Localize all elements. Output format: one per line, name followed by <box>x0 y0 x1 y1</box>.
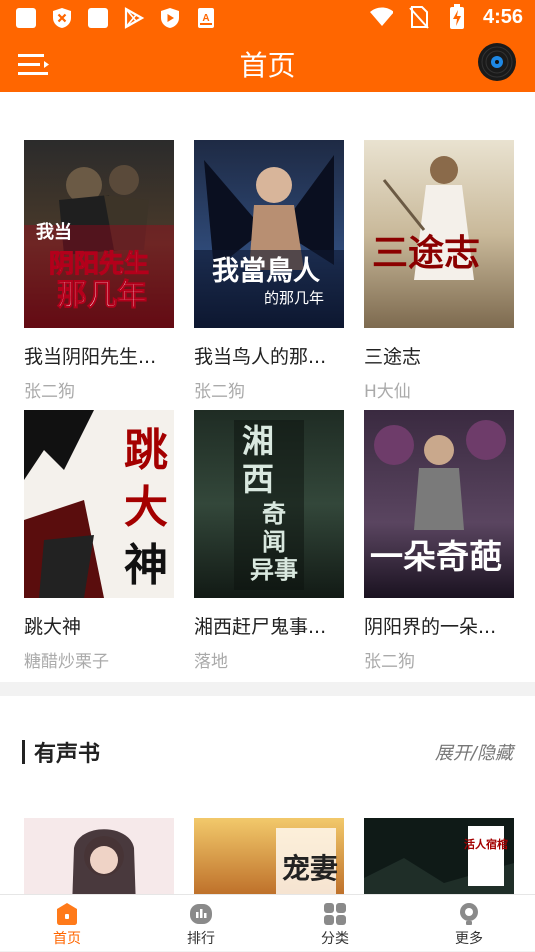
cover-title: 宠妻 <box>282 852 338 885</box>
book-item[interactable]: 我當鳥人 的那几年 我当鸟人的那... 张二狗 <box>194 140 344 402</box>
home-icon <box>55 902 79 926</box>
page-title: 首页 <box>239 49 296 82</box>
book-cover[interactable]: 一朵奇葩 <box>364 410 514 598</box>
book-cover[interactable]: 跳 大 神 <box>24 410 174 598</box>
tab-label: 排行 <box>187 931 215 947</box>
tab-home[interactable]: 首页 <box>0 895 134 952</box>
audiobook-cover[interactable] <box>24 818 174 896</box>
book-author: H大仙 <box>364 382 411 402</box>
notification-square-icon <box>14 6 38 30</box>
category-icon <box>323 902 347 926</box>
tab-more[interactable]: 更多 <box>402 895 535 952</box>
cover-title: 跳 <box>124 425 168 476</box>
cover-title: 西 <box>242 460 274 498</box>
cover-title: 异事 <box>250 555 298 584</box>
book-title: 跳大神 <box>24 616 82 638</box>
book-author: 张二狗 <box>364 652 415 672</box>
clock-time: 4:56 <box>482 5 523 28</box>
book-title: 我当鸟人的那... <box>194 346 327 368</box>
book-title: 三途志 <box>364 346 422 368</box>
cover-title: 奇 <box>262 499 286 528</box>
book-cover[interactable]: 我當鳥人 的那几年 <box>194 140 344 328</box>
section-marker <box>22 740 25 764</box>
book-title: 我当阴阳先生... <box>24 346 157 368</box>
bottom-tab-bar: 首页 排行 分类 更多 <box>0 894 535 951</box>
audiobook-panel: 有声书 展开/隐藏 宠妻 活人宿棺 <box>0 696 535 896</box>
book-author: 落地 <box>194 652 228 672</box>
play-store-icon <box>122 6 146 30</box>
cover-subtitle: 那几年 <box>57 278 147 313</box>
shield-play-icon <box>158 6 182 30</box>
book-author: 张二狗 <box>24 382 75 402</box>
tab-label: 更多 <box>455 931 483 947</box>
music-disc-icon[interactable] <box>477 42 517 82</box>
cover-title: 我當鳥人 <box>212 256 320 287</box>
book-cover[interactable]: 三途志 <box>364 140 514 328</box>
book-author: 张二狗 <box>194 382 245 402</box>
expand-collapse-toggle[interactable]: 展开/隐藏 <box>435 739 513 765</box>
book-author: 糖醋炒栗子 <box>24 652 109 672</box>
book-cover[interactable]: 湘 西 奇 闻 异事 <box>194 410 344 598</box>
status-bar: A 4:56 <box>0 0 535 36</box>
book-item[interactable]: 阴阳先生 那几年 我当 我当阴阳先生... 张二狗 <box>24 140 174 402</box>
no-sim-icon <box>407 5 431 29</box>
tab-label: 首页 <box>53 931 81 947</box>
cover-title: 一朵奇葩 <box>370 537 502 576</box>
app-bar: 首页 <box>0 36 535 92</box>
cover-prefix: 我当 <box>36 221 72 243</box>
audiobook-cover[interactable]: 活人宿棺 <box>364 818 514 896</box>
ranking-icon <box>189 902 213 926</box>
cover-title: 三途志 <box>372 232 480 274</box>
book-item[interactable]: 湘 西 奇 闻 异事 湘西赶尸鬼事... 落地 <box>194 410 344 672</box>
cover-title: 阴阳先生 <box>49 249 149 278</box>
battery-charging-icon <box>445 4 469 29</box>
section-title: 有声书 <box>34 742 101 767</box>
book-item[interactable]: 跳 大 神 跳大神 糖醋炒栗子 <box>24 410 174 672</box>
shield-x-icon <box>50 6 74 30</box>
book-title: 湘西赶尸鬼事... <box>194 616 327 638</box>
notification-square-icon <box>86 6 110 30</box>
more-icon <box>457 902 481 926</box>
cover-subtitle: 的那几年 <box>264 289 324 307</box>
book-item[interactable]: 一朵奇葩 阴阳界的一朵... 张二狗 <box>364 410 514 672</box>
featured-books-panel: 阴阳先生 那几年 我当 我当阴阳先生... 张二狗 我當鳥人 的那几年 我当鸟人… <box>0 92 535 682</box>
book-title: 阴阳界的一朵... <box>364 616 497 638</box>
cover-title: 活人宿棺 <box>464 837 508 851</box>
audiobook-cover[interactable]: 宠妻 <box>194 818 344 896</box>
wifi-icon <box>369 5 393 29</box>
app-a-icon: A <box>194 6 218 30</box>
tab-ranking[interactable]: 排行 <box>134 895 268 952</box>
tab-category[interactable]: 分类 <box>268 895 402 952</box>
book-cover[interactable]: 阴阳先生 那几年 我当 <box>24 140 174 328</box>
cover-title: 大 <box>124 482 168 533</box>
cover-title: 神 <box>124 540 168 591</box>
book-item[interactable]: 三途志 三途志 H大仙 <box>364 140 514 402</box>
svg-text:A: A <box>202 13 209 24</box>
cover-title: 闻 <box>262 527 286 556</box>
tab-label: 分类 <box>321 931 349 947</box>
cover-title: 湘 <box>242 422 274 460</box>
